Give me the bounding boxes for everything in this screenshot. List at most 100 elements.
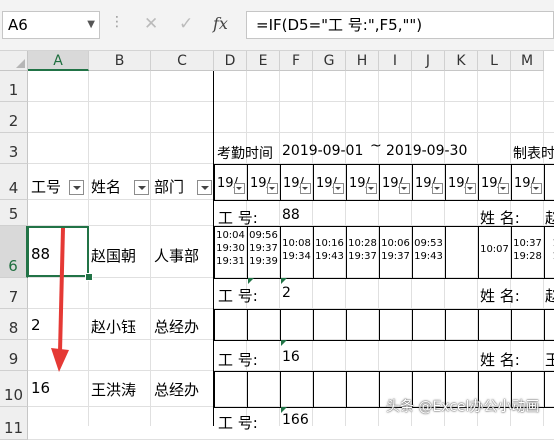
cell-dept[interactable]: 总经办 xyxy=(154,379,199,400)
row-header-11[interactable]: 11 xyxy=(0,407,28,440)
close-icon[interactable]: ✕ xyxy=(144,14,158,34)
filter-dropdown-icon[interactable] xyxy=(333,183,344,194)
column-header-m[interactable]: M xyxy=(511,51,544,71)
punch-time: 19: xyxy=(545,251,554,263)
header-name: 姓名 xyxy=(91,178,122,196)
column-header-i[interactable]: I xyxy=(379,51,412,71)
cell-name[interactable]: 王洪涛 xyxy=(91,379,136,400)
column-header-g[interactable]: G xyxy=(313,51,346,71)
check-icon[interactable]: ✓ xyxy=(179,14,193,34)
fill-handle[interactable] xyxy=(85,273,93,281)
gridline xyxy=(150,71,151,426)
comment-indicator-icon xyxy=(281,340,287,346)
cell-border xyxy=(445,164,446,200)
cell-border xyxy=(247,371,248,407)
filter-dropdown-icon[interactable] xyxy=(465,183,476,194)
gridline xyxy=(28,101,554,102)
cell-border xyxy=(280,309,281,340)
cell-border xyxy=(346,371,347,407)
cell-border xyxy=(214,309,215,340)
punch-time: 19:43 xyxy=(315,251,344,262)
formula-input[interactable]: =IF(D5="工 号:",F5,"") xyxy=(246,11,554,39)
cell-border xyxy=(214,278,554,279)
punch-time: 10:28 xyxy=(348,238,377,249)
column-header-b[interactable]: B xyxy=(89,51,151,71)
more-options-icon: ⋮ xyxy=(110,14,124,30)
cell-border xyxy=(313,309,314,340)
cell-border xyxy=(511,309,512,340)
row-header-1[interactable]: 1 xyxy=(0,71,28,102)
row-header-8[interactable]: 8 xyxy=(0,309,28,340)
block-id: 16 xyxy=(282,349,300,365)
cell-border xyxy=(445,226,446,278)
row-header-3[interactable]: 3 xyxy=(0,133,28,164)
name-box[interactable]: A6 ▼ xyxy=(2,11,100,39)
cell-border xyxy=(214,340,554,341)
cell-border xyxy=(247,164,248,200)
date-to: 2019-09-30 xyxy=(386,143,468,159)
comment-indicator-icon xyxy=(281,278,287,284)
cell-border xyxy=(280,371,281,407)
column-header-c[interactable]: C xyxy=(151,51,214,71)
row-header-10[interactable]: 10 xyxy=(0,371,28,407)
select-all-corner[interactable] xyxy=(0,51,28,71)
id-label: 工 号: xyxy=(218,351,258,369)
cell-dept[interactable]: 总经办 xyxy=(154,316,199,337)
column-header-h[interactable]: H xyxy=(346,51,379,71)
cell-border xyxy=(247,309,248,340)
column-header-j[interactable]: J xyxy=(412,51,445,71)
cell-name[interactable]: 赵小钰 xyxy=(91,316,136,337)
column-header-k[interactable]: K xyxy=(445,51,478,71)
punch-time: 19:30 xyxy=(216,243,245,254)
column-header-d[interactable]: D xyxy=(214,51,247,71)
down-arrow-icon xyxy=(51,227,69,372)
filter-dropdown-icon[interactable] xyxy=(300,183,311,194)
cell-border xyxy=(214,164,554,165)
cell-dept[interactable]: 人事部 xyxy=(154,245,199,266)
filter-dropdown-icon[interactable] xyxy=(498,183,509,194)
attendance-time-label: 考勤时间 xyxy=(217,146,273,162)
filter-dropdown-icon[interactable] xyxy=(267,183,278,194)
column-header-l[interactable]: L xyxy=(478,51,511,71)
cell-border xyxy=(280,164,281,200)
punch-time: 09:53 xyxy=(414,238,443,249)
name-value: 赵 xyxy=(545,209,554,227)
cell-border xyxy=(346,309,347,340)
punch-time: 10: xyxy=(545,238,554,250)
cell-id[interactable]: 16 xyxy=(31,379,50,397)
cell-border xyxy=(412,164,413,200)
cell-name[interactable]: 赵国朝 xyxy=(91,245,136,266)
filter-dropdown-icon[interactable] xyxy=(399,183,410,194)
row-header-5[interactable]: 5 xyxy=(0,200,28,226)
row-header-9[interactable]: 9 xyxy=(0,340,28,371)
fx-icon[interactable]: fx xyxy=(213,14,228,33)
column-header-f[interactable]: F xyxy=(280,51,313,71)
filter-dropdown-icon[interactable] xyxy=(234,183,245,194)
filter-dropdown-icon[interactable] xyxy=(366,183,377,194)
column-header-a[interactable]: A xyxy=(28,51,89,71)
cell-border xyxy=(544,371,545,407)
row-header-7[interactable]: 7 xyxy=(0,278,28,309)
cell-id[interactable]: 2 xyxy=(31,316,41,334)
row-header-4[interactable]: 4 xyxy=(0,164,28,200)
filter-dropdown-icon[interactable] xyxy=(134,180,149,195)
row-header-2[interactable]: 2 xyxy=(0,102,28,133)
filter-dropdown-icon[interactable] xyxy=(432,183,443,194)
row-header-6[interactable]: 6 xyxy=(0,226,28,278)
cell-border xyxy=(346,164,347,200)
punch-time: 10:08 xyxy=(282,238,311,249)
filter-dropdown-icon[interactable] xyxy=(197,180,212,195)
filter-dropdown-icon[interactable] xyxy=(69,180,84,195)
comment-indicator-icon xyxy=(248,278,254,284)
chevron-down-icon[interactable]: ▼ xyxy=(87,12,95,38)
cell-border xyxy=(478,164,479,200)
cell-border xyxy=(214,309,554,310)
cell-border xyxy=(478,309,479,340)
cell-border xyxy=(214,371,215,407)
cell-border xyxy=(544,164,545,200)
filter-dropdown-icon[interactable] xyxy=(531,183,542,194)
name-label: 姓 名: xyxy=(480,287,520,305)
cell-border xyxy=(214,371,554,372)
cell-border xyxy=(214,164,215,200)
column-header-e[interactable]: E xyxy=(247,51,280,71)
